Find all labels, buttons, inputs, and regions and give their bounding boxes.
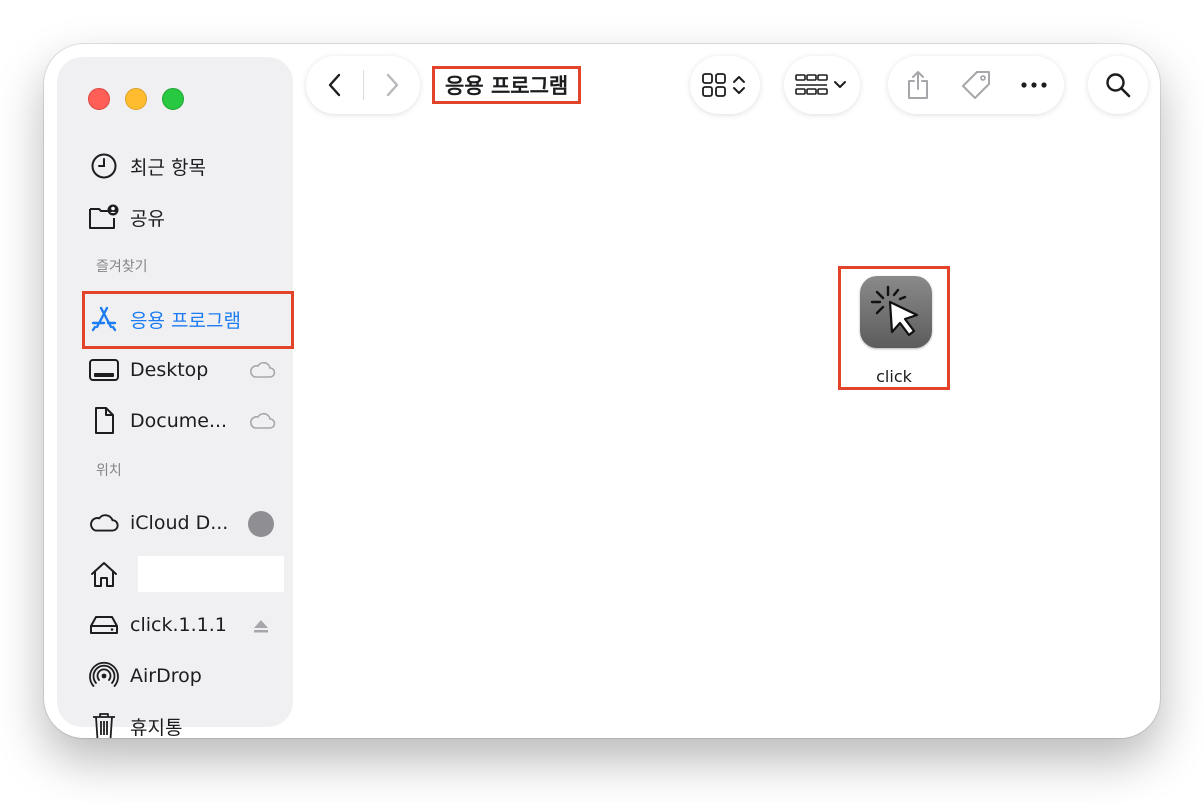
sidebar-item-label: AirDrop (130, 665, 202, 687)
icloud-status-icon (248, 411, 276, 436)
sidebar-item-desktop[interactable]: Desktop (88, 350, 278, 390)
file-name: click (876, 367, 912, 386)
sidebar-item-label: click.1.1.1 (130, 614, 227, 636)
sidebar-item-label: Desktop (130, 359, 209, 381)
airdrop-icon (88, 660, 120, 692)
search-icon (1106, 73, 1131, 98)
zoom-button[interactable] (162, 88, 184, 110)
sidebar-item-label: Docume... (130, 410, 228, 432)
document-icon (88, 405, 120, 437)
sidebar: 최근 항목 공유 즐겨찾기 응용 프로그램 Desktop Docume... … (58, 58, 294, 738)
shared-folder-icon (88, 201, 120, 233)
ellipsis-icon (1021, 82, 1047, 88)
minimize-button[interactable] (125, 88, 147, 110)
sidebar-item-shared[interactable]: 공유 (88, 197, 278, 237)
cursor-click-icon (860, 276, 932, 348)
window-title: 응용 프로그램 (432, 66, 582, 104)
sidebar-item-click-volume[interactable]: click.1.1.1 (88, 605, 278, 645)
tag-icon (962, 71, 990, 99)
nav-buttons (306, 56, 420, 114)
progress-indicator (248, 511, 274, 537)
chevron-left-icon (328, 73, 340, 97)
sidebar-item-label: iCloud D... (130, 512, 229, 534)
home-icon (88, 558, 120, 590)
file-item-click[interactable]: click (838, 266, 950, 390)
redacted-username (138, 556, 284, 592)
action-buttons (888, 56, 1064, 114)
sidebar-item-recent[interactable]: 최근 항목 (88, 146, 278, 186)
back-button[interactable] (307, 71, 363, 99)
sidebar-item-label: 휴지통 (130, 716, 183, 739)
close-button[interactable] (88, 88, 110, 110)
clock-icon (88, 150, 120, 182)
share-button[interactable] (889, 69, 947, 101)
favorites-header: 즐겨찾기 (96, 259, 148, 275)
file-browser[interactable] (330, 106, 1126, 738)
more-button[interactable] (1005, 81, 1063, 89)
locations-header: 위치 (96, 463, 122, 479)
finder-window: 최근 항목 공유 즐겨찾기 응용 프로그램 Desktop Docume... … (44, 44, 1160, 738)
sidebar-item-icloud-drive[interactable]: iCloud D... (88, 503, 278, 543)
sidebar-item-label: 최근 항목 (130, 156, 206, 179)
cloud-icon (88, 507, 120, 539)
forward-button[interactable] (364, 71, 420, 99)
grid-view-icon (702, 73, 745, 97)
trash-icon (88, 710, 120, 738)
desktop-icon (88, 354, 120, 386)
view-mode-button[interactable] (690, 56, 760, 114)
highlight-box (82, 291, 294, 349)
sidebar-item-label: 공유 (130, 207, 165, 230)
sidebar-item-documents[interactable]: Docume... (88, 401, 278, 441)
group-icon (795, 74, 846, 95)
drive-icon (88, 609, 120, 641)
group-by-button[interactable] (784, 56, 860, 114)
eject-icon[interactable] (252, 617, 270, 639)
share-icon (908, 71, 928, 99)
sidebar-item-trash[interactable]: 휴지통 (88, 706, 278, 738)
chevron-right-icon (386, 73, 398, 97)
tag-button[interactable] (947, 69, 1005, 101)
sidebar-item-airdrop[interactable]: AirDrop (88, 656, 278, 696)
icloud-status-icon (248, 360, 276, 385)
search-button[interactable] (1088, 56, 1148, 114)
